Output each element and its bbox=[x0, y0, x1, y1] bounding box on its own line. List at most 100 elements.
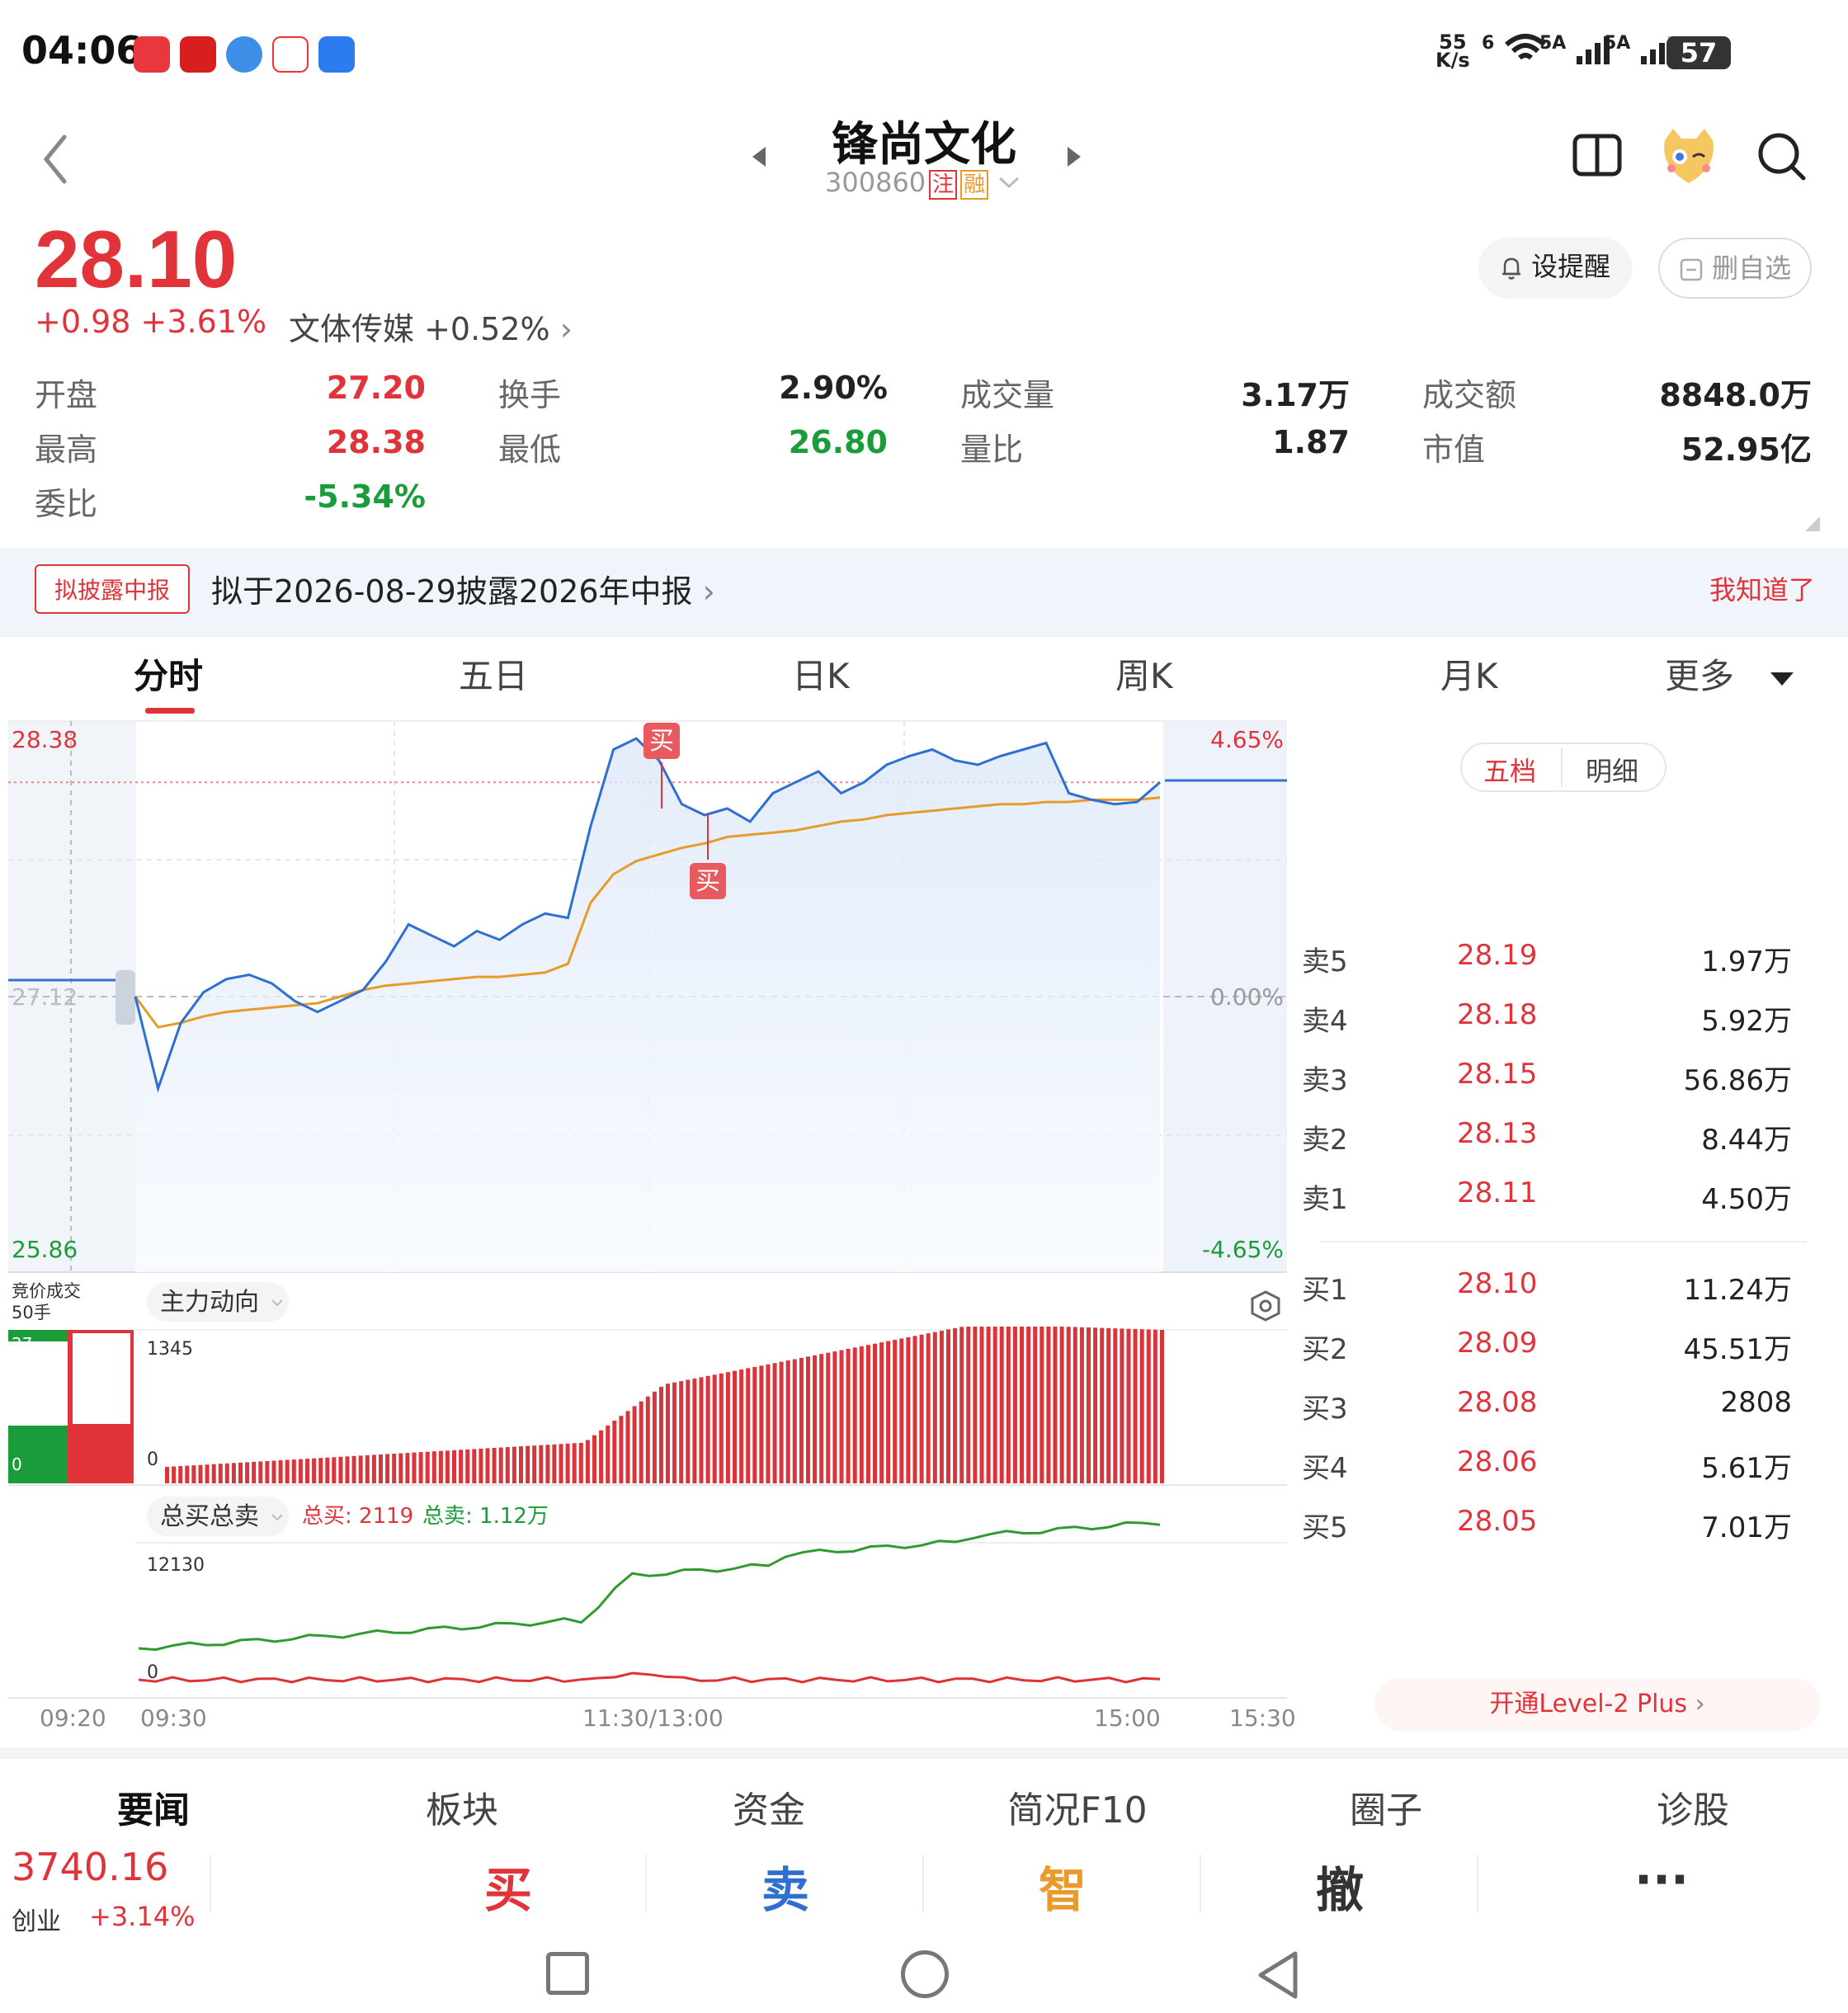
auction-label: 竞价成交 bbox=[12, 1281, 81, 1301]
action-divider bbox=[210, 1855, 211, 1912]
price-change: +0.98 +3.61% bbox=[35, 304, 267, 340]
notice-link[interactable]: 拟于2026-08-29披露2026年中报 › bbox=[211, 566, 715, 611]
toggle-detail[interactable]: 明细 bbox=[1586, 751, 1638, 789]
bid-row-4[interactable]: 买4 28.06 5.61万 bbox=[1302, 1445, 1830, 1505]
cancel-order-button[interactable]: 撤 bbox=[1257, 1851, 1422, 1921]
orderbook-toggle: 五档 明细 bbox=[1460, 742, 1666, 792]
search-icon[interactable] bbox=[1756, 130, 1808, 186]
settings-gear-icon[interactable] bbox=[1251, 1290, 1280, 1322]
ask-row-4[interactable]: 卖4 28.18 5.92万 bbox=[1302, 998, 1830, 1058]
main-force-bar bbox=[1033, 1327, 1038, 1483]
bottom-tab-diagnose[interactable]: 诊股 bbox=[1594, 1780, 1792, 1833]
level2-label: 开通Level-2 Plus bbox=[1489, 1690, 1688, 1718]
sector-link[interactable]: 文体传媒 +0.52% › bbox=[289, 304, 573, 349]
main-force-bar bbox=[1053, 1327, 1058, 1483]
notice-dismiss-button[interactable]: 我知道了 bbox=[1709, 569, 1815, 607]
recent-apps-icon[interactable] bbox=[546, 1952, 589, 1995]
bottom-tab-news[interactable]: 要闻 bbox=[54, 1780, 252, 1833]
main-force-bar bbox=[512, 1446, 516, 1483]
bottom-tab-funds[interactable]: 资金 bbox=[670, 1780, 868, 1833]
stat-label-high: 最高 bbox=[35, 431, 98, 468]
stat-label-amount: 成交额 bbox=[1422, 377, 1517, 413]
bottom-tab-f10[interactable]: 简况F10 bbox=[978, 1780, 1176, 1833]
bid-label: 买5 bbox=[1302, 1511, 1348, 1544]
tab-daily-k[interactable]: 日K bbox=[792, 648, 850, 699]
ask-row-3[interactable]: 卖3 28.15 56.86万 bbox=[1302, 1058, 1830, 1117]
tab-more-label: 更多 bbox=[1665, 656, 1735, 696]
split-view-icon[interactable] bbox=[1572, 132, 1622, 182]
set-alert-button[interactable]: 设提醒 bbox=[1478, 238, 1632, 299]
remove-favorite-button[interactable]: 删自选 bbox=[1658, 238, 1812, 299]
bid-row-2[interactable]: 买2 28.09 45.51万 bbox=[1302, 1327, 1830, 1386]
ask-row-1[interactable]: 卖1 28.11 4.50万 bbox=[1302, 1176, 1830, 1236]
bid-price: 28.10 bbox=[1457, 1267, 1538, 1300]
toggle-five-levels[interactable]: 五档 bbox=[1483, 751, 1536, 789]
chevron-right-icon: › bbox=[1687, 1690, 1705, 1718]
stat-value-volume-ratio: 1.87 bbox=[1272, 424, 1350, 460]
tab-more[interactable]: 更多 bbox=[1665, 648, 1794, 699]
main-force-bar bbox=[672, 1382, 677, 1483]
sell-button[interactable]: 卖 bbox=[703, 1851, 868, 1921]
bid-label: 买3 bbox=[1302, 1393, 1348, 1426]
main-force-bar bbox=[806, 1356, 810, 1483]
toggle-divider bbox=[1561, 747, 1563, 787]
level2-upgrade-button[interactable]: 开通Level-2 Plus › bbox=[1374, 1678, 1820, 1731]
wifi-icon: 6 bbox=[1482, 33, 1548, 66]
home-icon[interactable] bbox=[901, 1950, 949, 1998]
main-force-bar bbox=[879, 1342, 884, 1483]
stat-label-market-cap: 市值 bbox=[1422, 431, 1486, 468]
main-force-bar bbox=[1120, 1328, 1124, 1483]
ask-row-5[interactable]: 卖5 28.19 1.97万 bbox=[1302, 939, 1830, 998]
scroll-handle-icon[interactable] bbox=[116, 970, 135, 1025]
buy-marker-label: 买 bbox=[695, 867, 720, 896]
tab-five-day[interactable]: 五日 bbox=[459, 648, 528, 699]
main-force-bar bbox=[492, 1448, 497, 1483]
ask-volume: 8.44万 bbox=[1701, 1124, 1792, 1157]
main-force-bar bbox=[932, 1332, 937, 1483]
main-force-bar bbox=[445, 1450, 450, 1483]
stat-value-turnover: 2.90% bbox=[779, 370, 888, 406]
main-force-bar bbox=[485, 1448, 490, 1483]
back-nav-icon[interactable] bbox=[1254, 1949, 1304, 2005]
stat-value-low: 26.80 bbox=[788, 424, 888, 460]
bid-row-5[interactable]: 买5 28.05 7.01万 bbox=[1302, 1505, 1830, 1564]
mascot-avatar-icon[interactable] bbox=[1658, 125, 1719, 190]
main-force-bar bbox=[379, 1454, 383, 1483]
main-force-bar bbox=[886, 1341, 891, 1483]
main-force-label: 主力动向 bbox=[160, 1288, 259, 1317]
main-force-bar bbox=[285, 1459, 290, 1483]
battery-icon: 57 bbox=[1666, 36, 1731, 69]
intraday-chart[interactable]: 买 买 28.38 27.12 25.86 4.65% 0.00% -4.65%… bbox=[0, 718, 1295, 1732]
bottom-tab-sector[interactable]: 板块 bbox=[363, 1780, 561, 1833]
main-force-bar bbox=[846, 1348, 851, 1483]
main-force-bar bbox=[1012, 1327, 1017, 1483]
index-value[interactable]: 3740.16 bbox=[12, 1845, 168, 1889]
index-change: +3.14% bbox=[89, 1901, 196, 1932]
tab-intraday[interactable]: 分时 bbox=[134, 648, 203, 699]
tab-monthly-k[interactable]: 月K bbox=[1440, 648, 1498, 699]
bid-row-1[interactable]: 买1 28.10 11.24万 bbox=[1302, 1267, 1830, 1327]
main-force-bar bbox=[1133, 1328, 1138, 1483]
expand-corner-icon[interactable] bbox=[1805, 516, 1820, 531]
chevron-down-icon bbox=[999, 177, 1020, 189]
more-actions-button[interactable]: ··· bbox=[1579, 1851, 1744, 1907]
main-force-bar bbox=[258, 1461, 263, 1483]
bid-row-3[interactable]: 买3 28.08 2808 bbox=[1302, 1386, 1830, 1445]
main-force-bar bbox=[606, 1425, 610, 1483]
stat-value-bid-ratio: -5.34% bbox=[304, 478, 426, 515]
ask-label: 卖4 bbox=[1302, 1005, 1348, 1038]
ask-label: 卖2 bbox=[1302, 1124, 1348, 1157]
main-force-bar bbox=[832, 1351, 837, 1483]
bottom-tab-circle[interactable]: 圈子 bbox=[1287, 1780, 1485, 1833]
main-force-bar bbox=[398, 1453, 403, 1483]
main-force-bar bbox=[819, 1354, 824, 1483]
main-force-bar bbox=[612, 1421, 617, 1483]
stat-label-low: 最低 bbox=[498, 431, 562, 468]
ask-row-2[interactable]: 卖2 28.13 8.44万 bbox=[1302, 1117, 1830, 1176]
stock-code-row[interactable]: 300860 注融 bbox=[825, 167, 1021, 200]
smart-button[interactable]: 智 bbox=[980, 1851, 1145, 1921]
main-force-bar bbox=[431, 1451, 436, 1483]
buy-button[interactable]: 买 bbox=[426, 1851, 591, 1921]
tab-weekly-k[interactable]: 周K bbox=[1115, 648, 1173, 699]
stock-name: 锋尚文化 bbox=[832, 118, 1016, 172]
